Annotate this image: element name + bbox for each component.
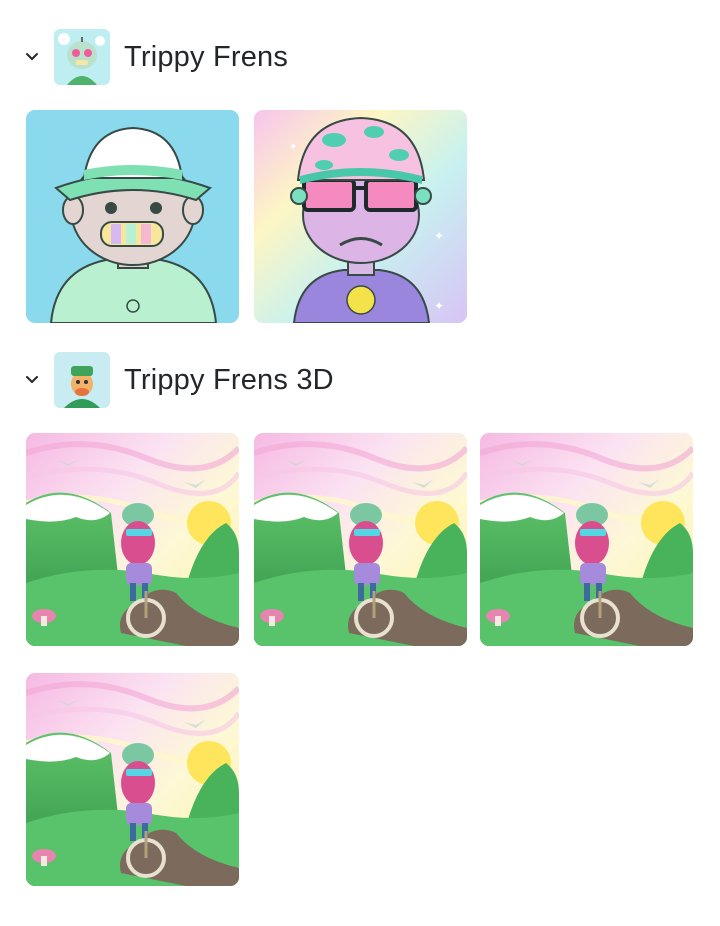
bucket-hat-fren-nft[interactable] bbox=[26, 110, 239, 323]
mushroom-hat-fren-nft[interactable]: ✦ ✦ ✦ bbox=[254, 110, 467, 323]
chevron-down-icon[interactable] bbox=[22, 47, 42, 67]
collection-header-trippy-frens[interactable]: Trippy Frens bbox=[0, 27, 720, 87]
svg-text:✦: ✦ bbox=[289, 142, 297, 153]
unicycle-fren-3d-nft[interactable] bbox=[480, 433, 693, 646]
collection-header-trippy-frens-3d[interactable]: Trippy Frens 3D bbox=[0, 350, 720, 410]
svg-text:✦: ✦ bbox=[434, 299, 444, 313]
trippy-fren-avatar-icon bbox=[54, 29, 110, 85]
unicycle-fren-3d-nft[interactable] bbox=[254, 433, 467, 646]
unicycle-fren-3d-nft[interactable] bbox=[26, 673, 239, 886]
chevron-down-icon[interactable] bbox=[22, 370, 42, 390]
collection-title[interactable]: Trippy Frens bbox=[124, 39, 288, 75]
trippy-fren-3d-avatar-icon bbox=[54, 352, 110, 408]
svg-text:✦: ✦ bbox=[434, 229, 444, 243]
collection-title[interactable]: Trippy Frens 3D bbox=[124, 362, 334, 398]
unicycle-fren-3d-nft[interactable] bbox=[26, 433, 239, 646]
